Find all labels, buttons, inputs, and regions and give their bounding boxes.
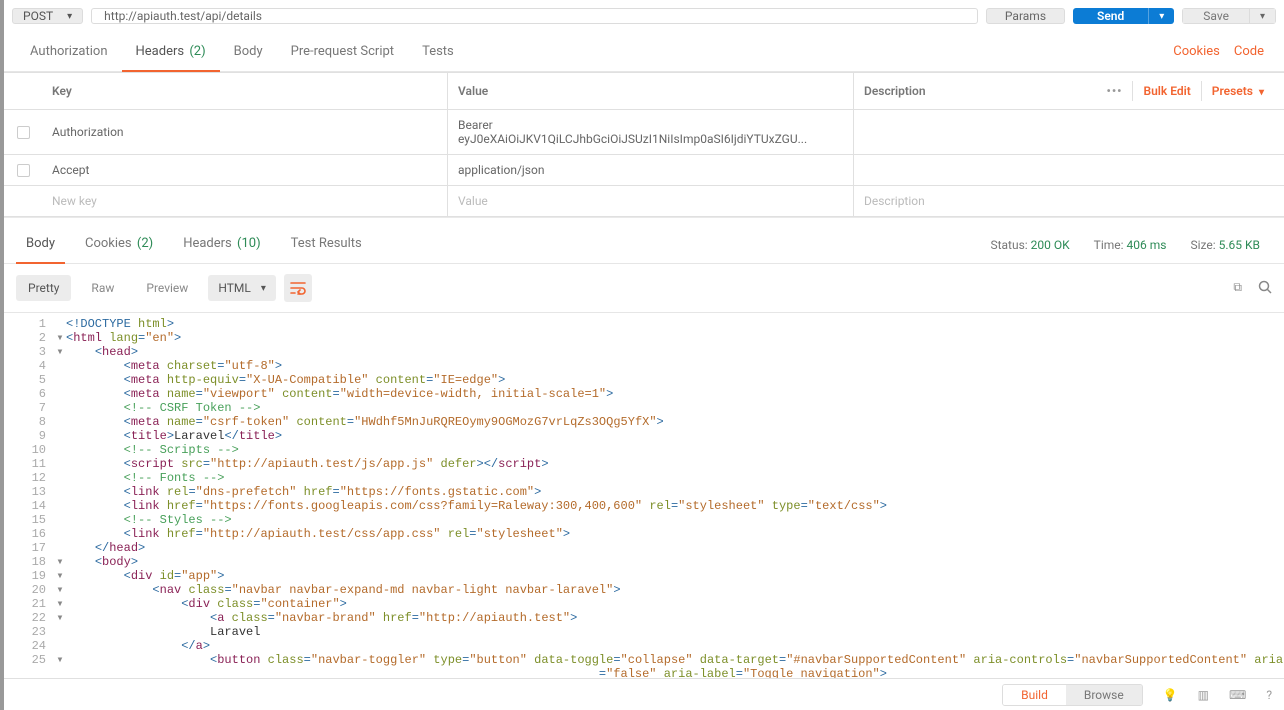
code-line: 25▾ <button class="navbar-toggler" type=… [4,653,1284,667]
chevron-down-icon: ▾ [1159,11,1164,22]
code-line: 12 <!-- Fonts --> [4,471,1284,485]
preview-button[interactable]: Preview [134,275,200,301]
code-line: 8 <meta name="csrf-token" content="HWdhf… [4,415,1284,429]
chevron-down-icon: ▾ [261,283,266,294]
code-line: 7 <!-- CSRF Token --> [4,401,1284,415]
tab-headers-label: Headers [136,44,185,59]
new-desc-input[interactable]: Description [854,186,1284,216]
headers-grid: Key Value Description ••• Bulk Edit Pres… [4,72,1284,217]
search-icon[interactable] [1258,280,1272,297]
request-tabs: Authorization Headers (2) Body Pre-reque… [4,32,1284,72]
bulk-edit-link[interactable]: Bulk Edit [1133,84,1200,98]
code-line: 5 <meta http-equiv="X-UA-Compatible" con… [4,373,1284,387]
row-checkbox[interactable] [17,164,30,177]
chevron-down-icon: ▾ [67,11,72,22]
status-value: 200 OK [1031,238,1070,252]
tab-headers[interactable]: Headers (2) [122,32,220,71]
method-label: POST [23,9,53,23]
col-key: Key [42,73,448,109]
col-desc: Description ••• Bulk Edit Presets▾ [854,73,1284,109]
code-line: 15 <!-- Styles --> [4,513,1284,527]
code-line: 24 </a> [4,639,1284,653]
resp-tab-body[interactable]: Body [16,226,65,263]
code-line: 2▾<html lang="en"> [4,331,1284,345]
resp-tab-headers[interactable]: Headers (10) [173,226,270,263]
url-input[interactable]: http://apiauth.test/api/details [91,8,978,24]
method-select[interactable]: POST ▾ [12,8,83,24]
url-value: http://apiauth.test/api/details [104,9,262,23]
header-row[interactable]: Acceptapplication/json [4,155,1284,186]
code-link[interactable]: Code [1234,44,1264,59]
mode-segmented: Build Browse [1002,684,1143,706]
size-value: 5.65 KB [1219,238,1260,252]
grid-header: Key Value Description ••• Bulk Edit Pres… [4,73,1284,110]
response-body[interactable]: 1<!DOCTYPE html>2▾<html lang="en">3▾ <he… [4,313,1284,678]
format-select[interactable]: HTML ▾ [208,275,276,301]
code-line: 4 <meta charset="utf-8"> [4,359,1284,373]
send-button[interactable]: Send [1073,8,1148,24]
copy-icon[interactable]: ⧉ [1233,280,1242,297]
tab-tests[interactable]: Tests [408,32,468,71]
code-line: 22▾ <a class="navbar-brand" href="http:/… [4,611,1284,625]
presets-link[interactable]: Presets▾ [1202,84,1274,98]
code-line: 1<!DOCTYPE html> [4,317,1284,331]
header-value[interactable]: Bearer eyJ0eXAiOiJKV1QiLCJhbGciOiJSUzI1N… [448,110,854,154]
col-value: Value [448,73,854,109]
wrap-button[interactable] [284,274,312,302]
new-header-row[interactable]: New key Value Description [4,186,1284,217]
header-desc[interactable] [854,110,1284,154]
resp-tab-cookies[interactable]: Cookies (2) [75,226,163,263]
raw-button[interactable]: Raw [79,275,126,301]
code-line: 17 </head> [4,541,1284,555]
tab-authorization[interactable]: Authorization [16,32,122,71]
new-value-input[interactable]: Value [448,186,854,216]
tab-body[interactable]: Body [220,32,277,71]
code-line: 6 <meta name="viewport" content="width=d… [4,387,1284,401]
header-row[interactable]: AuthorizationBearer eyJ0eXAiOiJKV1QiLCJh… [4,110,1284,155]
footer: Build Browse 💡 ▥ ⌨ ? [4,678,1284,710]
header-key[interactable]: Accept [42,155,448,185]
cookies-link[interactable]: Cookies [1173,44,1220,59]
save-button[interactable]: Save [1183,9,1249,23]
save-options-button[interactable]: ▾ [1249,9,1275,23]
browse-mode-button[interactable]: Browse [1066,685,1142,705]
request-bar: POST ▾ http://apiauth.test/api/details P… [4,0,1284,32]
code-line: 3▾ <head> [4,345,1284,359]
tab-headers-count: (2) [189,44,205,59]
header-value[interactable]: application/json [448,155,854,185]
code-line: 9 <title>Laravel</title> [4,429,1284,443]
code-line: 16 <link href="http://apiauth.test/css/a… [4,527,1284,541]
panels-icon[interactable]: ▥ [1198,688,1209,702]
code-line: 20▾ <nav class="navbar navbar-expand-md … [4,583,1284,597]
code-line: 19▾ <div id="app"> [4,569,1284,583]
build-mode-button[interactable]: Build [1003,685,1066,705]
response-meta: Status: 200 OK Time: 406 ms Size: 5.65 K… [990,238,1272,252]
more-icon[interactable]: ••• [1097,84,1133,98]
time-value: 406 ms [1127,238,1167,252]
tab-prerequest[interactable]: Pre-request Script [277,32,408,71]
resp-tab-tests[interactable]: Test Results [281,226,372,263]
lightbulb-icon[interactable]: 💡 [1163,688,1178,702]
pretty-button[interactable]: Pretty [16,275,71,301]
code-line: 10 <!-- Scripts --> [4,443,1284,457]
row-checkbox[interactable] [17,126,30,139]
new-key-input[interactable]: New key [42,186,448,216]
code-line: 23 Laravel [4,625,1284,639]
code-line: 14 <link href="https://fonts.googleapis.… [4,499,1284,513]
chevron-down-icon: ▾ [1259,87,1264,98]
header-desc[interactable] [854,155,1284,185]
send-options-button[interactable]: ▾ [1148,8,1174,24]
response-tabs: Body Cookies (2) Headers (10) Test Resul… [4,217,1284,263]
viewer-controls: Pretty Raw Preview HTML ▾ ⧉ [4,264,1284,313]
chevron-down-icon: ▾ [1260,11,1265,22]
code-line: 13 <link rel="dns-prefetch" href="https:… [4,485,1284,499]
code-line: 11 <script src="http://apiauth.test/js/a… [4,457,1284,471]
keyboard-icon[interactable]: ⌨ [1229,688,1246,702]
params-button[interactable]: Params [986,8,1065,24]
code-line: 21▾ <div class="container"> [4,597,1284,611]
header-key[interactable]: Authorization [42,110,448,154]
code-line: 18▾ <body> [4,555,1284,569]
help-icon[interactable]: ? [1266,688,1272,702]
